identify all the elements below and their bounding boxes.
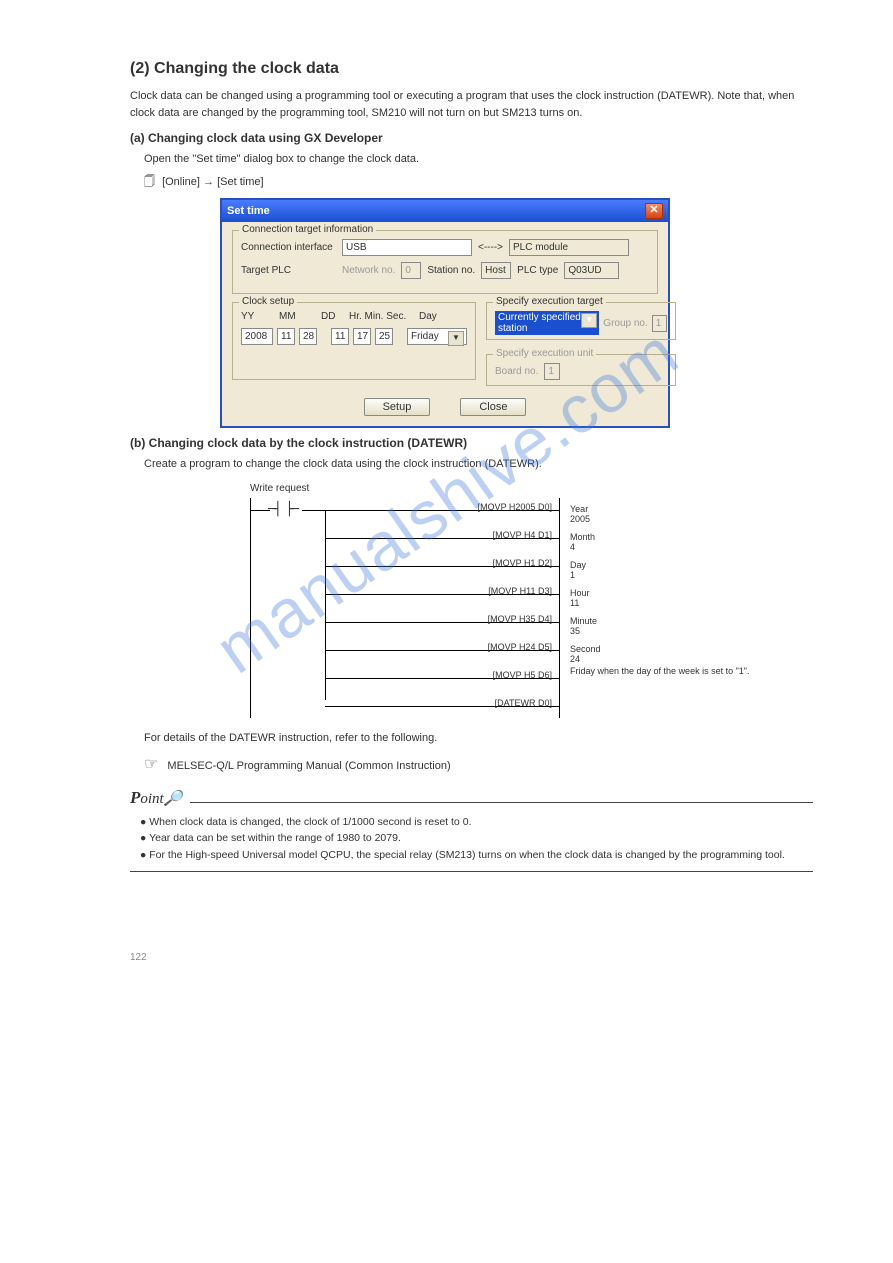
page-footer: 122: [130, 952, 813, 963]
rung-1: [MOVP H4 D1]: [493, 530, 552, 540]
dd-field[interactable]: 28: [299, 328, 317, 345]
page-number: 122: [130, 952, 147, 963]
plc-type-field: Q03UD: [564, 262, 619, 279]
close-button[interactable]: Close: [460, 398, 526, 416]
rung-3-cmt: Hour 11: [570, 588, 590, 608]
rung-4: [MOVP H35 D4]: [488, 614, 552, 624]
conn-arrow: <---->: [478, 242, 503, 253]
group-exec-unit: Specify execution unit Board no. 1: [486, 354, 676, 386]
pointer-icon: ☞: [144, 756, 158, 773]
ladder-contact: ─┤ ├─: [268, 502, 297, 517]
dialog-title: Set time: [227, 205, 270, 217]
rung-3: [MOVP H11 D3]: [488, 586, 552, 596]
min-field[interactable]: 17: [353, 328, 371, 345]
hr-field[interactable]: 11: [331, 328, 349, 345]
rung-2-cmt: Day 1: [570, 560, 586, 580]
set-time-dialog: Set time ✕ Connection target information…: [220, 198, 670, 428]
conn-interface-field[interactable]: USB: [342, 239, 472, 256]
subsection-a-desc: Open the "Set time" dialog box to change…: [144, 151, 813, 168]
rung-6-cmt: Friday when the day of the week is set t…: [570, 666, 750, 676]
rung-5: [MOVP H24 D5]: [488, 642, 552, 652]
rung-0-cmt: Year 2005: [570, 504, 590, 524]
board-no-label: Board no.: [495, 366, 538, 377]
target-plc-label: Target PLC: [241, 265, 336, 276]
ladder-diagram: Write request ─┤ ├─ [MOVP H2005 D0] [MOV…: [250, 483, 813, 718]
rung-5-cmt: Second 24: [570, 644, 601, 664]
group-connection: Connection target information Connection…: [232, 230, 658, 294]
exec-target-combo[interactable]: Currently specified station: [495, 311, 599, 335]
setup-button[interactable]: Setup: [364, 398, 431, 416]
sec-field[interactable]: 25: [375, 328, 393, 345]
station-no-label: Station no.: [427, 265, 475, 276]
hdr-hms: Hr. Min. Sec.: [349, 311, 409, 322]
hdr-dd: DD: [321, 311, 339, 322]
group-connection-title: Connection target information: [239, 224, 376, 235]
subsection-a-title: (a) Changing clock data using GX Develop…: [130, 131, 813, 145]
group-no-field: 1: [652, 315, 667, 332]
plc-type-label: PLC type: [517, 265, 558, 276]
menu-path: 🗍 [Online] → [Set time]: [144, 174, 813, 191]
group-clock-title: Clock setup: [239, 296, 297, 307]
dialog-titlebar: Set time ✕: [222, 200, 668, 222]
station-no-field: Host: [481, 262, 511, 279]
point-block: Point🔎 ● When clock data is changed, the…: [130, 788, 813, 872]
board-no-field: 1: [544, 363, 560, 380]
rung-4-cmt: Minute 35: [570, 616, 597, 636]
yy-field[interactable]: 2008: [241, 328, 273, 345]
hdr-day: Day: [419, 311, 437, 322]
exec-target-value: Currently specified station: [498, 312, 581, 334]
reference-line: ☞ MELSEC-Q/L Programming Manual (Common …: [144, 754, 813, 774]
group-no-label: Group no.: [603, 318, 647, 329]
hdr-mm: MM: [279, 311, 311, 322]
rung-2: [MOVP H1 D2]: [493, 558, 552, 568]
mm-field[interactable]: 11: [277, 328, 295, 345]
section-intro: Clock data can be changed using a progra…: [130, 88, 813, 121]
rung-6: [MOVP H5 D6]: [493, 670, 552, 680]
point-body: ● When clock data is changed, the clock …: [140, 814, 813, 863]
subsection-b-title: (b) Changing clock data by the clock ins…: [130, 436, 813, 450]
close-icon[interactable]: ✕: [645, 203, 663, 219]
ladder-caption: Write request: [250, 483, 813, 494]
day-combo[interactable]: Friday: [407, 328, 467, 345]
rung-1-cmt: Month 4: [570, 532, 595, 552]
magnifier-icon: 🔎: [164, 791, 183, 807]
section-title-text: Changing the clock data: [154, 60, 339, 77]
plc-module-field: PLC module: [509, 239, 629, 256]
section-number: (2): [130, 60, 150, 77]
subsection-b-tail: For details of the DATEWR instruction, r…: [144, 730, 813, 747]
hdr-yy: YY: [241, 311, 269, 322]
subsection-b-desc: Create a program to change the clock dat…: [144, 456, 813, 473]
network-no-field: 0: [401, 262, 421, 279]
point-label: Point🔎: [130, 788, 182, 808]
rung-0: [MOVP H2005 D0]: [478, 502, 552, 512]
section-heading: (2) Changing the clock data: [130, 60, 813, 78]
group-clock: Clock setup YY MM DD Hr. Min. Sec. Day 2…: [232, 302, 476, 380]
rung-7: [DATEWR D0]: [495, 698, 552, 708]
group-unit-title: Specify execution unit: [493, 348, 596, 359]
group-exec-title: Specify execution target: [493, 296, 606, 307]
network-no-label: Network no.: [342, 265, 395, 276]
reference-title: MELSEC-Q/L Programming Manual (Common In…: [167, 760, 450, 772]
group-exec-target: Specify execution target Currently speci…: [486, 302, 676, 340]
conn-interface-label: Connection interface: [241, 242, 336, 253]
